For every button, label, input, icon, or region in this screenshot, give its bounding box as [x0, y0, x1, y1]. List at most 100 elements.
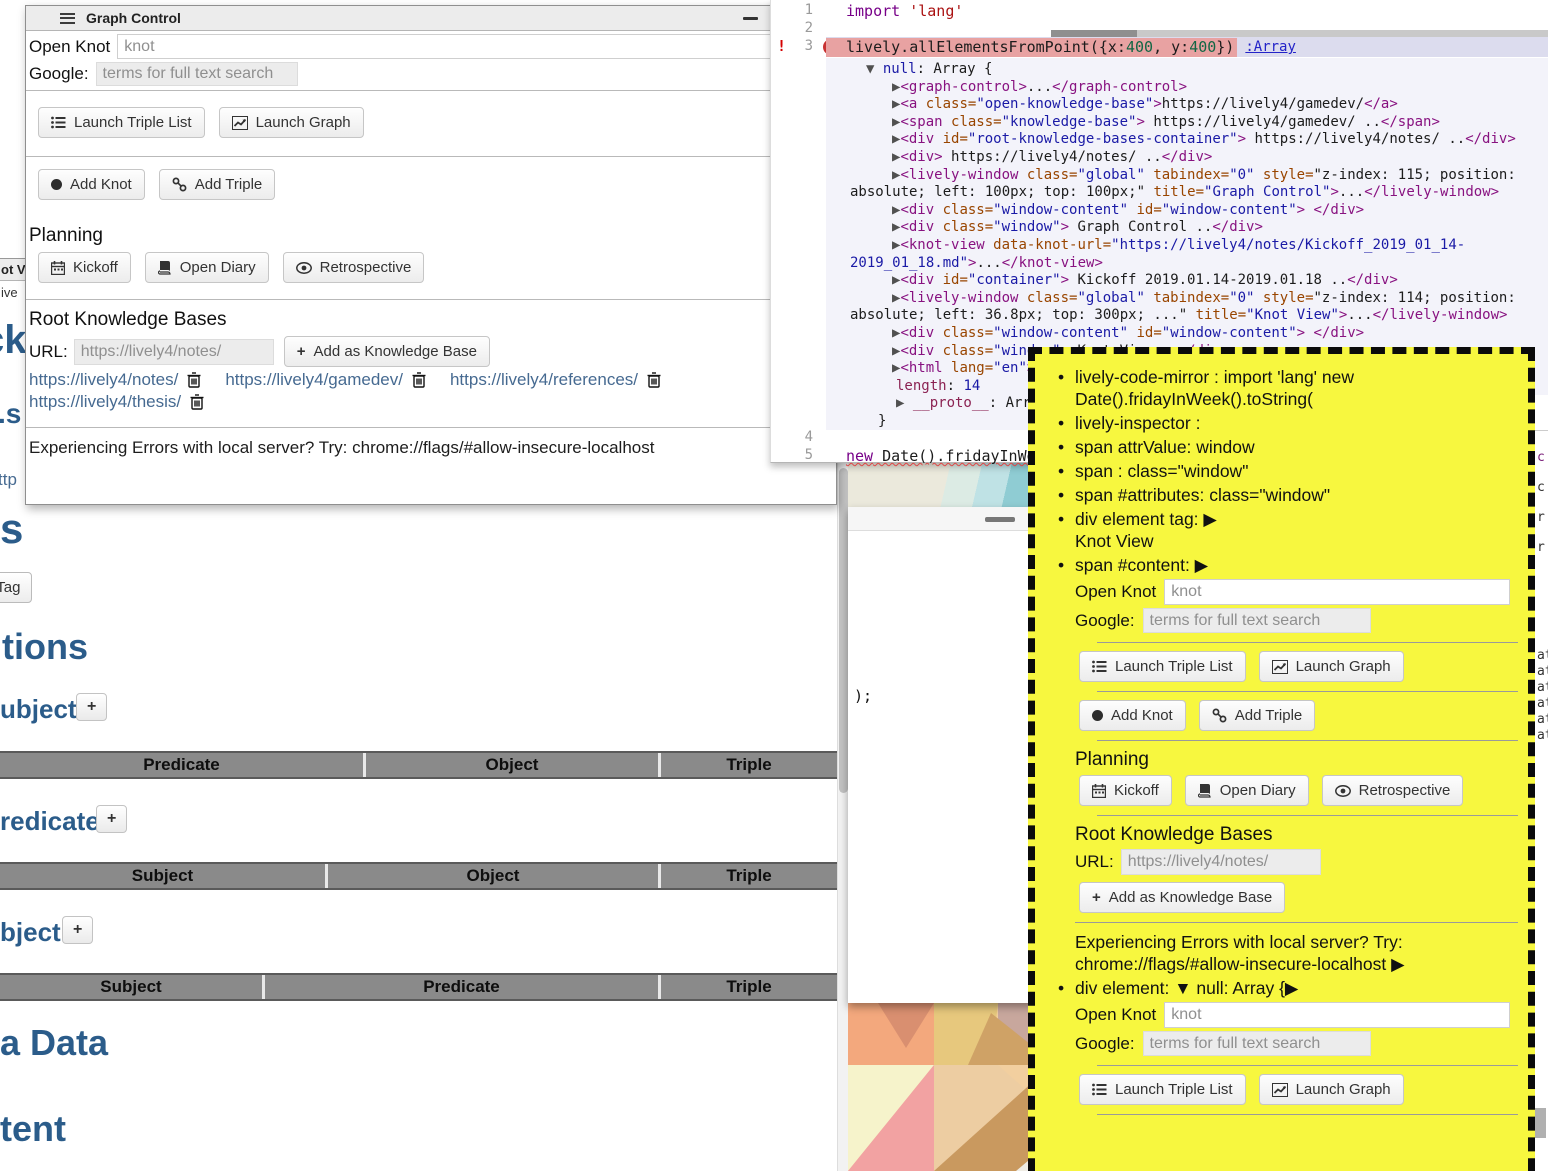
widget-scroll-bar[interactable]	[1051, 30, 1548, 37]
graph-control-window: Graph Control Open Knot Google: Launch T…	[25, 5, 837, 505]
overlay-item-div-element[interactable]: div element: ▼ null: Array {▶	[1053, 977, 1518, 999]
add-triple-button[interactable]: Add Triple	[1199, 700, 1316, 731]
kb-link[interactable]: https://lively4/notes/	[29, 370, 178, 390]
chart-icon	[1272, 1083, 1288, 1097]
trash-icon[interactable]	[647, 372, 661, 388]
heading-fragment-ck: ck	[0, 318, 27, 363]
link-icon	[172, 177, 187, 192]
subheading-subject: ubject	[0, 694, 77, 725]
tab-fragment: ive	[1, 285, 18, 300]
url-label: URL:	[1075, 852, 1114, 872]
knowledge-base-links: https://lively4/notes/ https://lively4/g…	[29, 370, 771, 412]
knot-dot-icon	[1092, 710, 1103, 721]
google-label: Google:	[1075, 611, 1135, 631]
overlay-item-span-class: span : class="window"	[1053, 460, 1518, 482]
add-knowledge-base-button[interactable]: + Add as Knowledge Base	[1079, 882, 1285, 913]
eye-icon	[1335, 785, 1351, 797]
kickoff-button[interactable]: Kickoff	[38, 252, 131, 283]
add-object-button[interactable]: +	[62, 916, 93, 944]
subheading-object: bject	[0, 917, 61, 948]
window-header[interactable]	[848, 507, 1035, 531]
kickoff-button[interactable]: Kickoff	[1079, 775, 1172, 806]
open-diary-button[interactable]: Open Diary	[1185, 775, 1309, 806]
retrospective-button[interactable]: Retrospective	[283, 252, 425, 283]
array-result-chip[interactable]: :Array	[1242, 39, 1299, 55]
line-number: 5	[771, 447, 813, 463]
overlay-item-span-attributes: span #attributes: class="window"	[1053, 484, 1518, 506]
workspace-window[interactable]: );	[848, 507, 1035, 1003]
local-server-hint: Experiencing Errors with local server? T…	[29, 438, 654, 458]
page-scrollbar[interactable]	[837, 463, 848, 1171]
google-search-input[interactable]	[96, 62, 298, 86]
line-number: 1	[771, 2, 813, 18]
triple-table-3: Subject Predicate Triple	[0, 973, 837, 1001]
launch-triple-list-button[interactable]: Launch Triple List	[1079, 651, 1246, 682]
root-knowledge-bases-heading: Root Knowledge Bases	[29, 309, 227, 331]
heading-meta-data: a Data	[0, 1022, 108, 1064]
plus-icon: +	[1092, 889, 1101, 906]
menu-icon[interactable]	[60, 13, 75, 24]
overlay-item-div-tag[interactable]: div element tag: ▶	[1053, 508, 1518, 530]
minimize-icon[interactable]	[985, 517, 1015, 522]
kb-link[interactable]: https://lively4/thesis/	[29, 392, 181, 412]
launch-graph-button[interactable]: Launch Graph	[219, 107, 364, 138]
column-header: Triple	[658, 864, 837, 888]
kb-link[interactable]: https://lively4/references/	[450, 370, 638, 390]
calendar-icon	[51, 261, 65, 275]
column-header: Predicate	[262, 975, 658, 999]
minimize-icon[interactable]	[743, 17, 758, 20]
line-number: 2	[771, 20, 813, 36]
trash-icon[interactable]	[412, 372, 426, 388]
google-search-input[interactable]	[1143, 608, 1371, 633]
retrospective-button[interactable]: Retrospective	[1322, 775, 1464, 806]
window-titlebar[interactable]: Graph Control	[26, 6, 836, 31]
scrollbar-thumb[interactable]	[1535, 1108, 1546, 1138]
add-knot-button[interactable]: Add Knot	[1079, 700, 1186, 731]
root-knowledge-bases-heading: Root Knowledge Bases	[1075, 824, 1518, 846]
code-line-3[interactable]: lively.allElementsFromPoint({x:400, y:40…	[826, 37, 1548, 57]
chart-icon	[1272, 660, 1288, 674]
planning-heading: Planning	[29, 225, 103, 247]
book-icon	[1198, 783, 1212, 798]
code-line-1[interactable]: import 'lang'	[846, 2, 963, 20]
url-input[interactable]	[74, 339, 274, 365]
overlay-item-attr-value: span attrValue: window	[1053, 436, 1518, 458]
column-header: Triple	[658, 753, 837, 777]
subheading-predicate: redicate	[0, 806, 100, 837]
link-fragment[interactable]: ttp	[0, 470, 17, 490]
debug-overlay: lively-code-mirror : import 'lang' new D…	[1028, 347, 1535, 1171]
add-knot-button[interactable]: Add Knot	[38, 169, 145, 200]
window-title: Graph Control	[86, 10, 181, 26]
launch-triple-list-button[interactable]: Launch Triple List	[1079, 1074, 1246, 1105]
add-subject-button[interactable]: +	[76, 693, 107, 721]
overlay-item-span-content[interactable]: span #content: ▶	[1053, 554, 1518, 576]
add-knowledge-base-button[interactable]: + Add as Knowledge Base	[284, 336, 490, 367]
open-knot-input[interactable]	[1164, 579, 1510, 605]
column-header: Triple	[658, 975, 837, 999]
google-search-input[interactable]	[1143, 1031, 1371, 1056]
url-input[interactable]	[1121, 849, 1321, 875]
trash-icon[interactable]	[190, 394, 204, 410]
open-knot-input[interactable]	[1164, 1002, 1510, 1028]
code-fragment[interactable]: );	[854, 687, 872, 705]
launch-graph-button[interactable]: Launch Graph	[1259, 651, 1404, 682]
add-predicate-button[interactable]: +	[96, 805, 127, 833]
heading-content: tent	[0, 1108, 66, 1150]
trash-icon[interactable]	[187, 372, 201, 388]
add-tag-button[interactable]: d Tag	[0, 572, 32, 603]
plus-icon: +	[297, 343, 306, 360]
embedded-graph-control: Open Knot Google: Launch Triple List Lau…	[1053, 579, 1518, 923]
kb-link[interactable]: https://lively4/gamedev/	[225, 370, 403, 390]
open-knot-input[interactable]	[117, 34, 831, 59]
add-triple-button[interactable]: Add Triple	[159, 169, 276, 200]
heading-fragment-ations: tions	[2, 626, 88, 668]
triple-table-2: Subject Object Triple	[0, 862, 837, 890]
launch-triple-list-button[interactable]: Launch Triple List	[38, 107, 205, 138]
overlay-error-hint[interactable]: Experiencing Errors with local server? T…	[1053, 931, 1518, 975]
eye-icon	[296, 262, 312, 274]
desktop: ot V ive ck .s ttp s d Tag tions ubject …	[0, 0, 1548, 1171]
launch-graph-button[interactable]: Launch Graph	[1259, 1074, 1404, 1105]
open-diary-button[interactable]: Open Diary	[145, 252, 269, 283]
wallpaper-teal-strip	[848, 463, 1035, 508]
scrollbar-thumb[interactable]	[839, 468, 848, 793]
